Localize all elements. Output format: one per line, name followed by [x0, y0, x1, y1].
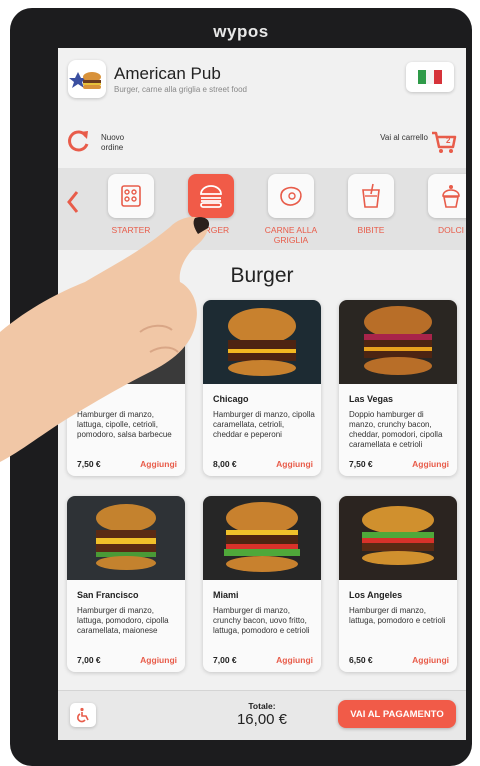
product-photo [339, 496, 457, 580]
steak-icon [280, 186, 302, 206]
product-desc: Hamburger di manzo, lattuga, pomodoro, c… [77, 606, 169, 635]
device-brand: wypos [213, 22, 269, 41]
product-name: Miami [213, 590, 239, 600]
new-order-label: Nuovo ordine [101, 133, 125, 152]
product-photo [203, 496, 321, 580]
product-name: San Francisco [77, 590, 139, 600]
product-card[interactable]: Miami Hamburger di manzo, crunchy bacon,… [203, 496, 321, 672]
refresh-icon [68, 130, 89, 152]
category-grill[interactable]: CARNE ALLA GRIGLIA [256, 174, 326, 245]
product-name: Las Vegas [349, 394, 394, 404]
italy-flag-icon[interactable] [406, 62, 454, 92]
burger-icon [200, 185, 222, 208]
new-order-button[interactable] [66, 128, 92, 159]
product-card[interactable]: Los Angeles Hamburger di manzo, lattuga,… [339, 496, 457, 672]
store-logo [68, 60, 106, 98]
product-price: 7,00 € [213, 655, 237, 665]
store-subtitle: Burger, carne alla griglia e street food [114, 85, 247, 94]
product-name: Los Angeles [349, 590, 403, 600]
header: American Pub Burger, carne alla griglia … [58, 48, 466, 110]
add-button[interactable]: Aggiungi [412, 459, 449, 469]
product-card[interactable]: San Francisco Hamburger di manzo, lattug… [67, 496, 185, 672]
cart-icon: 2 [432, 131, 457, 153]
product-price: 6,50 € [349, 655, 373, 665]
add-button[interactable]: Aggiungi [140, 655, 177, 665]
product-desc: Hamburger di manzo, crunchy bacon, uovo … [213, 606, 310, 635]
cart-count: 2 [446, 136, 451, 145]
cupcake-icon [442, 185, 460, 208]
cart-button[interactable]: 2 [430, 128, 458, 161]
category-label: DOLCI [438, 225, 464, 235]
product-photo [339, 300, 457, 384]
product-photo [67, 496, 185, 580]
product-card[interactable]: Las Vegas Doppio hamburger di manzo, cru… [339, 300, 457, 476]
product-price: 7,00 € [77, 655, 101, 665]
category-label: CARNE ALLA GRIGLIA [264, 225, 318, 245]
add-button[interactable]: Aggiungi [412, 655, 449, 665]
chevron-left-icon [67, 191, 79, 213]
order-actions: Nuovo ordine Vai al carrello 2 [58, 126, 466, 166]
add-button[interactable]: Aggiungi [276, 459, 313, 469]
product-price: 7,50 € [349, 459, 373, 469]
category-drinks[interactable]: BIBITE [336, 174, 406, 235]
category-label: BIBITE [357, 225, 385, 235]
pointing-hand-image [0, 216, 210, 462]
product-desc: Doppio hamburger di manzo, crunchy bacon… [349, 410, 443, 449]
footer-bar: Totale: 16,00 € VAI AL PAGAMENTO [58, 690, 466, 740]
product-desc: Hamburger di manzo, lattuga, pomodoro e … [349, 606, 446, 625]
cart-label: Vai al carrello [380, 133, 428, 142]
starter-icon [121, 185, 141, 207]
drink-icon [362, 183, 380, 208]
pay-button[interactable]: VAI AL PAGAMENTO [338, 700, 456, 728]
add-button[interactable]: Aggiungi [276, 655, 313, 665]
store-name: American Pub [114, 64, 221, 83]
category-desserts[interactable]: DOLCI [416, 174, 466, 235]
